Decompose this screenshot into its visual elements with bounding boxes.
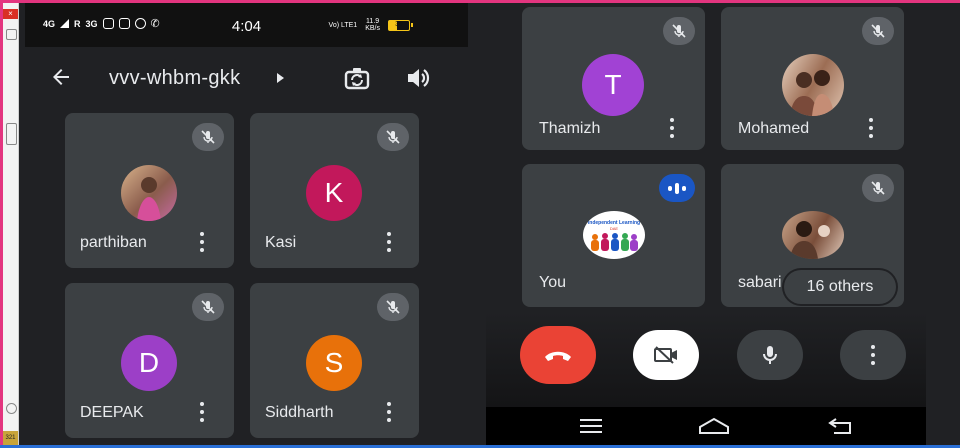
participant-tile-you[interactable]: Independent Learning DAE You	[522, 164, 705, 307]
speed-value: 11.9	[366, 18, 380, 25]
meeting-details-caret-icon[interactable]	[277, 73, 284, 83]
participant-name: Kasi	[265, 234, 297, 251]
avatar-deepak: D	[121, 335, 177, 391]
mic-off-icon	[862, 17, 894, 45]
desktop-footer-text: 321	[3, 431, 18, 445]
more-options-icon[interactable]	[670, 118, 674, 138]
mic-off-icon	[192, 123, 224, 151]
left-phone-screen: 4G R 3G ✆ 4:04 Vo) LTE1 11.9 KB/s 39 vvv	[25, 3, 468, 445]
more-options-icon[interactable]	[200, 232, 204, 252]
avatar-you-logo: Independent Learning DAE	[583, 211, 645, 259]
battery-icon: 39	[388, 19, 413, 31]
mic-off-icon	[663, 17, 695, 45]
meeting-code-title[interactable]: vvv-whbm-gkk	[109, 67, 240, 90]
meeting-app-bar: vvv-whbm-gkk	[25, 53, 468, 103]
home-icon[interactable]	[698, 417, 730, 435]
right-phone-screen: T Thamizh Mohamed Independent Learning D…	[486, 3, 926, 445]
participant-name: sabari	[738, 274, 782, 291]
mic-icon	[763, 346, 777, 364]
back-arrow-icon[interactable]	[49, 65, 73, 89]
desktop-panel-icon	[6, 123, 17, 145]
more-options-icon[interactable]	[200, 402, 204, 422]
participant-name: DEEPAK	[80, 404, 144, 421]
more-vert-icon	[871, 345, 875, 365]
battery-percent: 39	[395, 20, 403, 28]
avatar-kasi: K	[306, 165, 362, 221]
avatar-parthiban	[121, 165, 177, 221]
avatar-siddharth: S	[306, 335, 362, 391]
recents-menu-icon[interactable]	[578, 418, 604, 434]
camera-toggle-button[interactable]	[633, 330, 699, 380]
back-nav-icon[interactable]	[828, 417, 854, 435]
logo-people-icon	[591, 232, 638, 251]
participant-tile-kasi[interactable]: K Kasi	[250, 113, 419, 268]
android-nav-bar	[486, 407, 926, 445]
speaker-icon[interactable]	[405, 65, 431, 91]
hang-up-icon	[545, 351, 571, 361]
participant-name: parthiban	[80, 234, 147, 251]
microphone-button[interactable]	[737, 330, 803, 380]
desktop-settings-icon[interactable]	[6, 403, 17, 414]
desktop-window-edge: × 321	[3, 3, 19, 445]
desktop-search-icon[interactable]	[6, 29, 17, 40]
participant-name: Mohamed	[738, 120, 810, 137]
volte-indicator: Vo) LTE1	[328, 21, 358, 29]
participant-tile-thamizh[interactable]: T Thamizh	[522, 7, 705, 150]
mic-off-icon	[192, 293, 224, 321]
more-options-icon[interactable]	[869, 118, 873, 138]
switch-camera-icon[interactable]	[343, 65, 371, 93]
mic-off-icon	[862, 174, 894, 202]
end-call-button[interactable]	[520, 326, 596, 384]
participant-tile-mohamed[interactable]: Mohamed	[721, 7, 904, 150]
avatar-thamizh: T	[582, 54, 644, 116]
data-speed: 11.9 KB/s	[365, 18, 380, 32]
participant-tile-siddharth[interactable]: S Siddharth	[250, 283, 419, 438]
camera-off-icon	[654, 346, 677, 364]
mic-off-icon	[377, 293, 409, 321]
more-options-icon[interactable]	[387, 232, 391, 252]
status-right-icons: Vo) LTE1 11.9 KB/s 39	[328, 18, 413, 32]
more-options-icon[interactable]	[387, 402, 391, 422]
participant-tile-deepak[interactable]: D DEEPAK	[65, 283, 234, 438]
others-count-chip[interactable]: 16 others	[784, 270, 896, 304]
more-controls-button[interactable]	[840, 330, 906, 380]
speed-unit: KB/s	[365, 25, 380, 32]
mic-off-icon	[377, 123, 409, 151]
speaking-indicator-icon	[659, 174, 695, 202]
participant-name: Siddharth	[265, 404, 334, 421]
status-bar: 4G R 3G ✆ 4:04 Vo) LTE1 11.9 KB/s 39	[25, 3, 468, 47]
participant-name: You	[539, 274, 566, 291]
participant-tile-parthiban[interactable]: parthiban	[65, 113, 234, 268]
desktop-close-button[interactable]: ×	[3, 9, 18, 19]
participant-name: Thamizh	[539, 120, 601, 137]
avatar-mohamed	[782, 54, 844, 116]
avatar-sabari	[782, 211, 844, 259]
